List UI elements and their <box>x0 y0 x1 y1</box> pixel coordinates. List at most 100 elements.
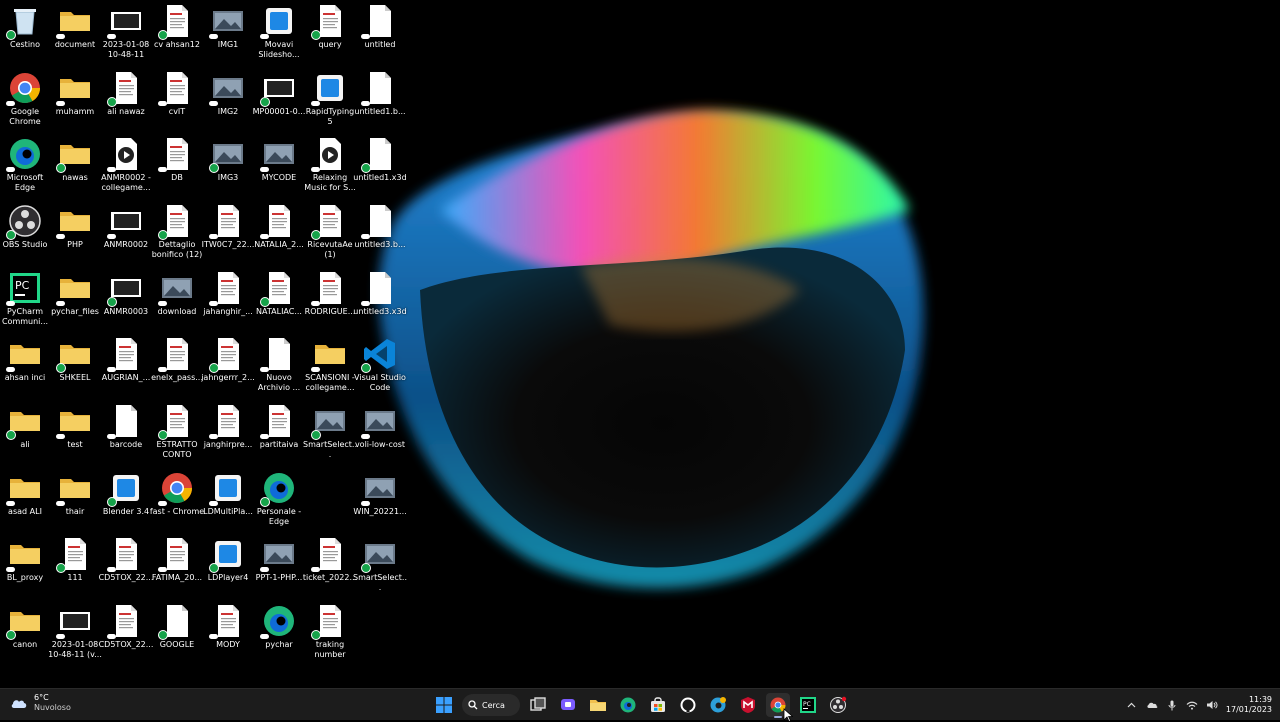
file-explorer-button[interactable] <box>586 693 610 717</box>
desktop-icon[interactable]: 111 <box>50 537 100 603</box>
desktop-icon[interactable]: GOOGLE <box>152 604 202 670</box>
desktop-icon[interactable]: muhamm <box>50 71 100 137</box>
desktop-icon[interactable]: ESTRATTO CONTO <box>152 404 202 470</box>
desktop[interactable]: Cestino document 2023-01-08 10-48-11 cv ahs… <box>0 0 1280 688</box>
desktop-icon[interactable]: ahsan inci <box>0 337 50 403</box>
desktop-icon[interactable]: nawas <box>50 137 100 203</box>
desktop-icon[interactable]: ANMR0003 <box>101 271 151 337</box>
teams-chat-button[interactable] <box>556 693 580 717</box>
desktop-icon[interactable]: AUGRIAN_... <box>101 337 151 403</box>
desktop-icon[interactable]: ali nawaz <box>101 71 151 137</box>
document-icon <box>311 604 347 640</box>
desktop-icon-label: Nuovo Archivio ... <box>257 373 301 392</box>
desktop-icon[interactable]: Relaxing Music for S... <box>304 137 356 203</box>
desktop-icon[interactable]: SmartSelect... <box>353 537 407 603</box>
volume-icon[interactable] <box>1206 699 1218 711</box>
desktop-icon[interactable]: document <box>50 4 100 70</box>
desktop-icon[interactable]: enelx_pass... <box>151 337 203 403</box>
desktop-icon[interactable]: test <box>50 404 100 470</box>
desktop-icon[interactable]: barcode <box>101 404 151 470</box>
chevron-up-icon[interactable] <box>1126 699 1138 711</box>
desktop-icon[interactable]: jahanghir_... <box>203 271 253 337</box>
desktop-icon[interactable]: SCANSIONI - collegame... <box>305 337 355 403</box>
desktop-icon[interactable]: IMG3 <box>203 137 253 203</box>
desktop-icon[interactable]: query <box>305 4 355 70</box>
desktop-icon[interactable]: OBS Studio <box>0 204 50 270</box>
desktop-icon[interactable]: asad ALI <box>0 471 50 537</box>
desktop-icon[interactable]: ANMR0002 - collegame... <box>101 137 151 203</box>
desktop-icon[interactable]: untitled1.x3d <box>353 137 407 203</box>
desktop-icon[interactable]: thair <box>50 471 100 537</box>
desktop-icon[interactable]: ITW0C7_22... <box>202 204 254 270</box>
desktop-icon[interactable]: PHP <box>50 204 100 270</box>
edge-taskbar-button[interactable] <box>616 693 640 717</box>
desktop-icon[interactable]: LDPlayer4 <box>203 537 253 603</box>
desktop-icon[interactable]: NATALIAC... <box>254 271 304 337</box>
search-button[interactable]: Cerca <box>462 694 520 716</box>
desktop-icon[interactable]: DB <box>152 137 202 203</box>
desktop-icon[interactable]: cv ahsan12 <box>152 4 202 70</box>
desktop-icon[interactable]: MYCODE <box>254 137 304 203</box>
desktop-icon[interactable]: Visual Studio Code <box>354 337 406 403</box>
desktop-icon[interactable]: IMG2 <box>203 71 253 137</box>
desktop-icon[interactable]: Blender 3.4 <box>101 471 151 537</box>
desktop-icon[interactable]: Nuovo Archivio ... <box>254 337 304 403</box>
task-view-button[interactable] <box>526 693 550 717</box>
desktop-icon[interactable]: RapidTyping 5 <box>305 71 355 137</box>
desktop-icon[interactable]: BL_proxy <box>0 537 50 603</box>
start-button[interactable] <box>432 693 456 717</box>
desktop-icon[interactable]: CD5TOX_22... <box>99 537 153 603</box>
edge-beta-button[interactable] <box>706 693 730 717</box>
desktop-icon[interactable]: download <box>152 271 202 337</box>
desktop-icon[interactable]: voli-low-cost <box>355 404 405 470</box>
desktop-icon[interactable]: pychar_files <box>50 271 100 337</box>
desktop-icon[interactable]: MP00001-0... <box>253 71 305 137</box>
wifi-icon[interactable] <box>1186 699 1198 711</box>
desktop-icon[interactable]: janghirpre... <box>203 404 253 470</box>
store-button[interactable] <box>646 693 670 717</box>
clock[interactable]: 11:39 17/01/2023 <box>1226 695 1272 715</box>
desktop-icon[interactable]: PPT-1-PHP... <box>254 537 304 603</box>
desktop-icon[interactable]: IMG1 <box>203 4 253 70</box>
desktop-icon[interactable]: Movavi Slidesho... <box>254 4 304 70</box>
onedrive-cloud-icon[interactable] <box>1146 699 1158 711</box>
desktop-icon[interactable]: untitled1.b... <box>354 71 406 137</box>
desktop-icon[interactable]: untitled3.x3d <box>353 271 407 337</box>
desktop-icon[interactable]: Personale - Edge <box>254 471 304 537</box>
desktop-icon[interactable]: pychar <box>254 604 304 670</box>
desktop-icon[interactable]: RicevutaAe (1) <box>305 204 355 270</box>
github-button[interactable] <box>676 693 700 717</box>
desktop-icon[interactable]: 2023-01-08 10-48-11 <box>101 4 151 70</box>
desktop-icon[interactable]: Cestino <box>0 4 50 70</box>
weather-widget[interactable]: 6°C Nuvoloso <box>10 693 71 713</box>
desktop-icon[interactable]: 2023-01-08 10-48-11 (v... <box>48 604 102 670</box>
desktop-icon[interactable]: ali <box>0 404 50 470</box>
desktop-icon[interactable]: ticket_2022... <box>303 537 357 603</box>
desktop-icon[interactable]: PC PyCharm Communi... <box>0 271 50 337</box>
desktop-icon[interactable]: ANMR0002 <box>101 204 151 270</box>
desktop-icon[interactable]: SmartSelect... <box>303 404 357 470</box>
desktop-icon[interactable]: SHKEEL <box>50 337 100 403</box>
desktop-icon[interactable]: canon <box>0 604 50 670</box>
desktop-icon[interactable]: partitaiva <box>254 404 304 470</box>
desktop-icon[interactable]: NATALIA_2... <box>254 204 304 270</box>
desktop-icon[interactable]: traking number <box>305 604 355 670</box>
desktop-icon[interactable]: WIN_20221... <box>353 471 407 537</box>
desktop-icon[interactable]: RODRIGUE... <box>305 271 355 337</box>
desktop-icon[interactable]: CD5TOX_22... <box>99 604 153 670</box>
desktop-icon[interactable]: untitled <box>355 4 405 70</box>
obs-taskbar-button[interactable] <box>826 693 850 717</box>
desktop-icon[interactable]: Microsoft Edge <box>0 137 50 203</box>
mcafee-button[interactable] <box>736 693 760 717</box>
desktop-icon[interactable]: jahngerrr_2... <box>201 337 255 403</box>
microphone-icon[interactable] <box>1166 699 1178 711</box>
pycharm-taskbar-button[interactable]: PC <box>796 693 820 717</box>
desktop-icon[interactable]: MODY <box>203 604 253 670</box>
desktop-icon[interactable]: FATIMA_20... <box>152 537 202 603</box>
desktop-icon[interactable]: LDMultiPla... <box>203 471 253 537</box>
desktop-icon[interactable]: fast - Chrome <box>150 471 204 537</box>
desktop-icon[interactable]: cvIT <box>152 71 202 137</box>
desktop-icon[interactable]: untitled3.b... <box>354 204 406 270</box>
desktop-icon[interactable]: Google Chrome <box>0 71 50 137</box>
desktop-icon[interactable]: Dettaglio bonifico (12) <box>152 204 202 270</box>
